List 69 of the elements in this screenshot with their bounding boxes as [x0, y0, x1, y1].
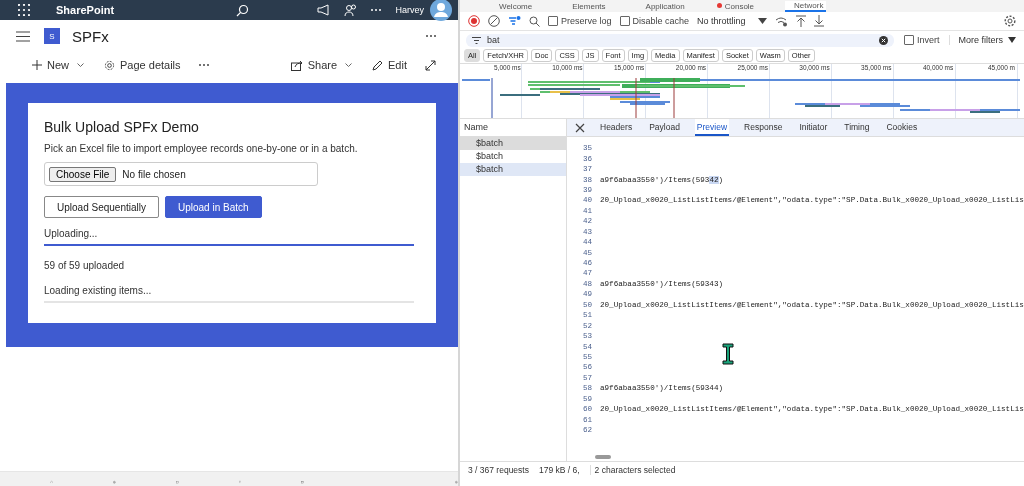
command-button[interactable]: New [30, 57, 86, 73]
upload-icon[interactable] [795, 15, 806, 27]
megaphone-icon[interactable] [317, 4, 331, 16]
upload-button[interactable]: Upload in Batch [164, 196, 262, 218]
throttling-dropdown[interactable]: No throttling [697, 16, 767, 26]
progress-label: Loading existing items... [44, 285, 153, 296]
plus-icon [32, 60, 42, 70]
disable-cache-checkbox[interactable]: Disable cache [619, 16, 690, 26]
gear-icon [104, 59, 115, 71]
detail-tab[interactable]: Response [742, 119, 785, 136]
settings-icon[interactable] [1004, 15, 1016, 27]
wifi-settings-icon[interactable] [774, 15, 788, 27]
devtools-tab[interactable]: Elements [563, 1, 609, 11]
webpart-description: Pick an Excel file to import employee records one-by-one or in a batch. [44, 143, 359, 154]
detail-tab[interactable]: Preview [694, 119, 730, 136]
close-icon[interactable] [575, 122, 585, 133]
more-filters-dropdown[interactable]: More filters [949, 35, 1016, 45]
devtools-tab[interactable]: Welcome [490, 1, 536, 11]
avatar-icon[interactable] [430, 0, 452, 21]
webpart-title: Bulk Upload SPFx Demo [44, 119, 200, 135]
devtools-tab[interactable]: Application [636, 1, 688, 11]
command-button[interactable]: Page details [102, 57, 183, 73]
detail-tab[interactable]: Cookies [884, 119, 920, 136]
site-logo[interactable]: S [44, 28, 60, 44]
menu-icon[interactable] [16, 30, 30, 42]
clear-filter-icon[interactable] [878, 35, 888, 45]
progress-label: Uploading... [44, 228, 99, 239]
filter-icon[interactable] [508, 15, 521, 27]
share-icon [290, 59, 303, 71]
detail-tab[interactable]: Initiator [797, 119, 830, 136]
selection-status: 2 characters selected [589, 465, 676, 475]
upload-count: 59 of 59 uploaded [44, 260, 126, 271]
file-input[interactable]: Choose File No file chosen [44, 162, 318, 186]
request-count: 3 / 367 requests [468, 465, 529, 475]
text-cursor-icon [722, 343, 734, 365]
caret-icon [757, 18, 767, 24]
people-icon[interactable] [344, 3, 358, 17]
caret-icon [1008, 37, 1016, 43]
app-launcher-icon[interactable] [18, 4, 30, 16]
filter-icon [472, 36, 481, 44]
site-title[interactable]: SPFx [72, 27, 109, 45]
user-name: Harvey [395, 5, 424, 15]
download-icon[interactable] [813, 15, 824, 27]
request-row[interactable]: $batch [460, 137, 566, 150]
devtools-tab[interactable]: Network [785, 0, 827, 12]
search-icon[interactable] [236, 3, 250, 17]
chevron-down-icon [345, 62, 353, 68]
expand-icon[interactable] [425, 59, 436, 71]
app-name: SharePoint [56, 4, 115, 16]
filter-field[interactable]: bat [466, 33, 894, 47]
preserve-log-checkbox[interactable]: Preserve log [548, 16, 612, 26]
request-row[interactable]: $batch [460, 150, 566, 163]
detail-tab[interactable]: Payload [647, 119, 682, 136]
command-button[interactable]: Edit [370, 57, 409, 73]
pencil-icon [372, 59, 384, 71]
clear-icon[interactable] [488, 15, 500, 27]
request-row[interactable]: $batch [460, 163, 566, 176]
chevron-down-icon [77, 62, 84, 68]
detail-tab[interactable]: Timing [842, 119, 872, 136]
record-icon[interactable] [468, 15, 480, 27]
file-status: No file chosen [122, 168, 186, 180]
choose-file-button[interactable]: Choose File [49, 166, 117, 182]
transfer-size: 179 kB / 6, [538, 465, 580, 475]
detail-tab[interactable]: Headers [598, 119, 635, 136]
devtools-tab[interactable]: Console [715, 1, 758, 11]
invert-checkbox[interactable]: Invert [903, 35, 940, 45]
command-button[interactable]: Share [288, 57, 355, 73]
search-icon[interactable] [529, 15, 540, 27]
upload-button[interactable]: Upload Sequentially [44, 196, 159, 218]
